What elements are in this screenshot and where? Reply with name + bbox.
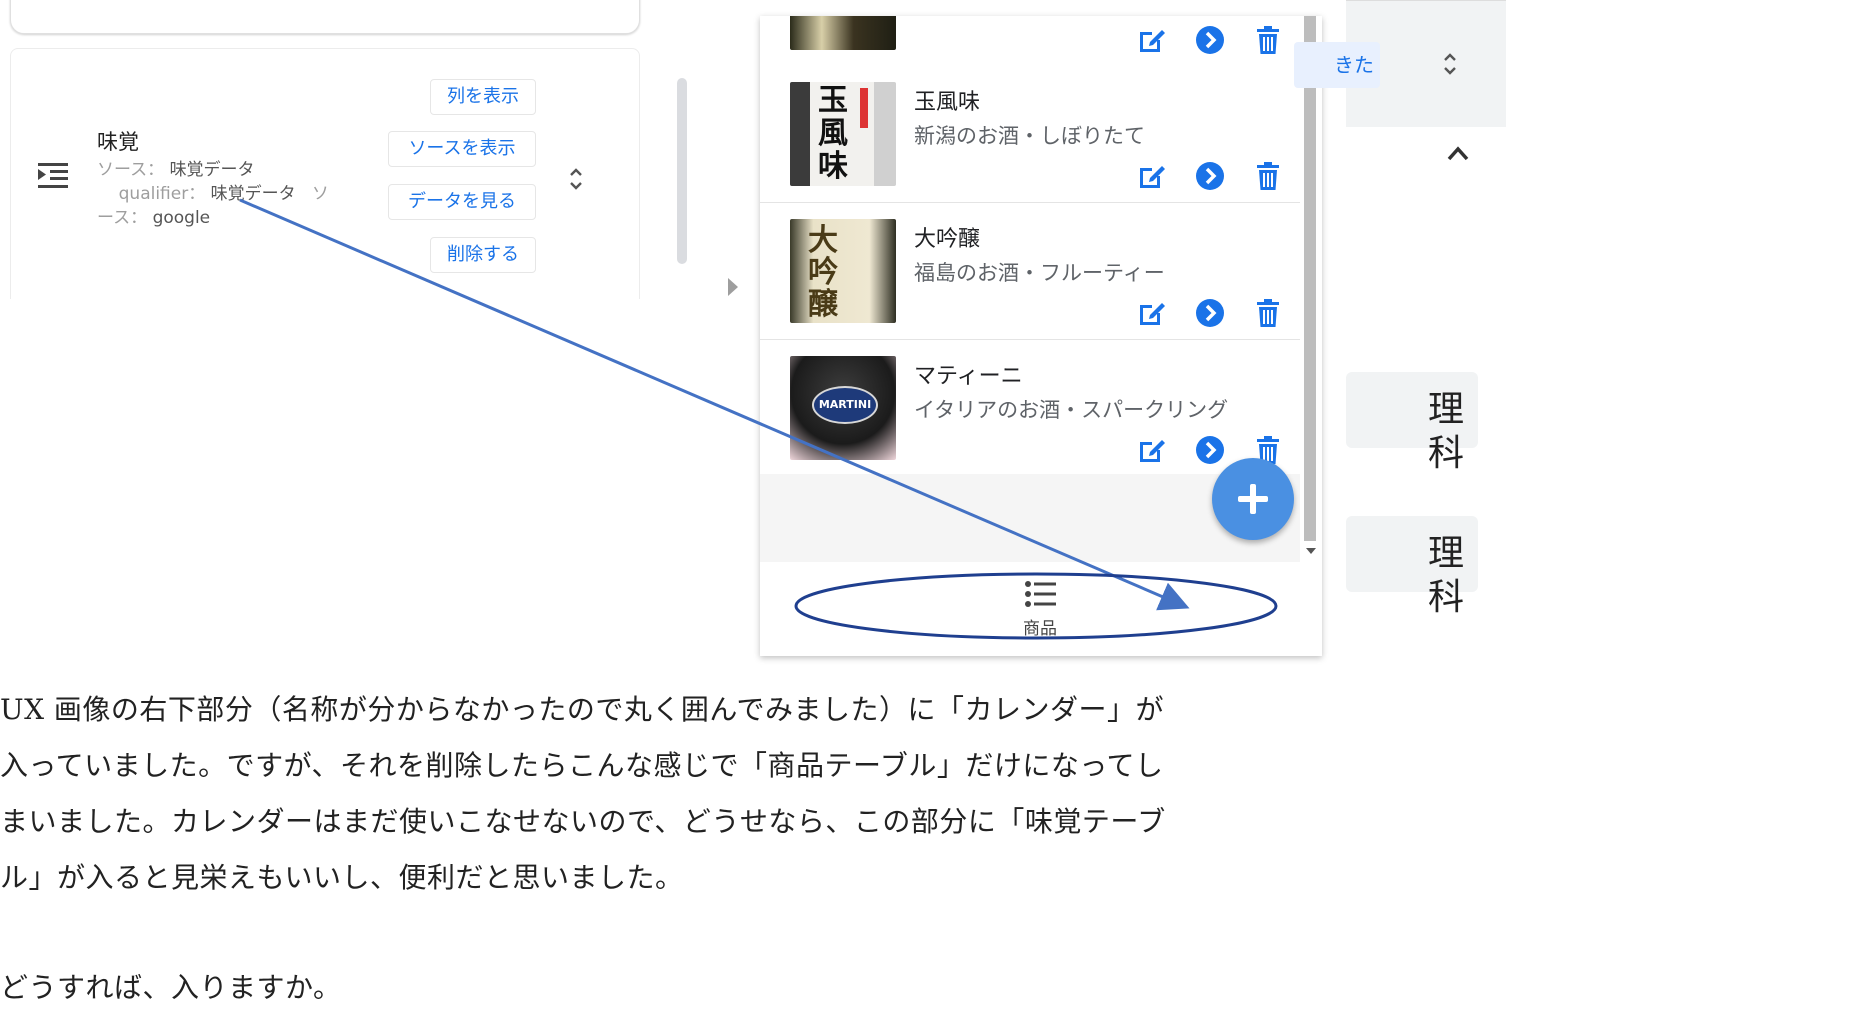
- qualifier-value: 味覚データ: [210, 184, 296, 204]
- previous-column-card: [10, 0, 640, 34]
- chevron-up-icon[interactable]: [1446, 144, 1470, 162]
- paragraph-line: ル」が入ると見栄えもいいし、便利だと思いました。: [0, 861, 684, 894]
- body-paragraph: UX 画像の右下部分（名称が分からなかったので丸く囲んでみました）に「カレンダー…: [0, 682, 1350, 906]
- trash-icon[interactable]: [1252, 24, 1284, 56]
- preview-scrollbar-thumb[interactable]: [1304, 16, 1316, 541]
- list-item[interactable]: 玉風味 玉風味 新潟のお酒・しぼりたて: [760, 66, 1300, 203]
- show-column-button[interactable]: 列を表示: [430, 79, 536, 115]
- partial-button[interactable]: きた: [1294, 42, 1380, 88]
- product-image: [790, 16, 896, 50]
- chevron-right-circle-icon[interactable]: [1194, 24, 1226, 56]
- list-item[interactable]: 大吟醸 大吟醸 福島のお酒・フルーティー: [760, 203, 1300, 340]
- source-label: ソース：: [97, 160, 165, 180]
- list-item[interactable]: MARTINI マティーニ イタリアのお酒・スパークリング: [760, 340, 1300, 477]
- show-source-button[interactable]: ソースを表示: [388, 131, 536, 167]
- chevron-right-circle-icon[interactable]: [1194, 434, 1226, 466]
- paragraph-line: まいました。カレンダーはまだ使いこなせないので、どうせなら、この部分に「味覚テー…: [0, 805, 1166, 838]
- product-name: マティーニ: [914, 364, 1023, 389]
- list-item[interactable]: [760, 16, 1300, 67]
- indent-list-icon: [38, 163, 68, 188]
- subject-text: 理 科: [1428, 532, 1468, 620]
- product-description: イタリアのお酒・スパークリング: [914, 398, 1229, 422]
- subject-char-2: 科: [1428, 577, 1465, 618]
- chevron-right-circle-icon[interactable]: [1194, 297, 1226, 329]
- product-label-text: 大吟醸: [808, 223, 838, 322]
- paragraph-line: 入っていました。ですが、それを削除したらこんな感じで「商品テーブル」だけになって…: [0, 749, 1164, 782]
- product-label-text: MARTINI: [812, 386, 878, 424]
- reorder-chevrons-icon[interactable]: [1440, 50, 1460, 78]
- nav-item-products[interactable]: 商品: [960, 562, 1120, 652]
- column-source: ソース： 味覚データ: [97, 158, 255, 182]
- product-name: 大吟醸: [914, 227, 981, 252]
- subject-char-1: 理: [1428, 533, 1465, 574]
- qualifier-label: qualifier：: [118, 184, 206, 204]
- nav-label: 商品: [1023, 619, 1057, 639]
- column-name: 味覚: [97, 130, 139, 154]
- edit-icon[interactable]: [1136, 160, 1168, 192]
- subject-char-2: 科: [1428, 433, 1465, 474]
- panel-scrollbar[interactable]: [677, 78, 687, 264]
- edit-icon[interactable]: [1136, 297, 1168, 329]
- column-qualifier: qualifier： 味覚データ ソ: [97, 182, 329, 206]
- delete-button[interactable]: 削除する: [430, 237, 536, 273]
- source2-label-a: ソ: [311, 184, 329, 204]
- source2-label-b: ース：: [97, 208, 148, 228]
- edit-icon[interactable]: [1136, 24, 1168, 56]
- subject-text: 理 科: [1428, 388, 1468, 476]
- reorder-chevrons-icon[interactable]: [566, 166, 586, 192]
- plus-icon: [1238, 484, 1268, 514]
- view-data-button[interactable]: データを見る: [388, 184, 536, 220]
- product-name: 玉風味: [914, 90, 981, 115]
- edit-icon[interactable]: [1136, 434, 1168, 466]
- add-button[interactable]: [1212, 458, 1294, 540]
- app-preview: 玉風味 玉風味 新潟のお酒・しぼりたて 大吟醸 大吟醸 福島のお酒・フルーティー: [760, 16, 1322, 656]
- paragraph-line: UX 画像の右下部分（名称が分からなかったので丸く囲んでみました）に「カレンダー…: [0, 693, 1165, 726]
- product-image: 大吟醸: [790, 219, 896, 323]
- source-value: 味覚データ: [169, 160, 255, 180]
- trash-icon[interactable]: [1252, 160, 1284, 192]
- product-label-text: 玉風味: [818, 83, 848, 184]
- product-image: 玉風味: [790, 82, 896, 186]
- question-text: どうすれば、入りますか。: [0, 971, 342, 1004]
- bottom-nav: 商品: [760, 562, 1322, 656]
- subject-char-1: 理: [1428, 389, 1465, 430]
- source2-value: google: [152, 208, 211, 228]
- scroll-down-arrow-icon[interactable]: [1306, 548, 1316, 554]
- expand-arrow-icon[interactable]: [728, 278, 738, 296]
- product-description: 新潟のお酒・しぼりたて: [914, 124, 1145, 148]
- product-description: 福島のお酒・フルーティー: [914, 261, 1165, 285]
- list-icon: [1025, 581, 1056, 607]
- product-image: MARTINI: [790, 356, 896, 460]
- trash-icon[interactable]: [1252, 297, 1284, 329]
- chevron-right-circle-icon[interactable]: [1194, 160, 1226, 192]
- column-source-2: ース： google: [97, 206, 210, 230]
- partial-button-label: きた: [1334, 53, 1374, 77]
